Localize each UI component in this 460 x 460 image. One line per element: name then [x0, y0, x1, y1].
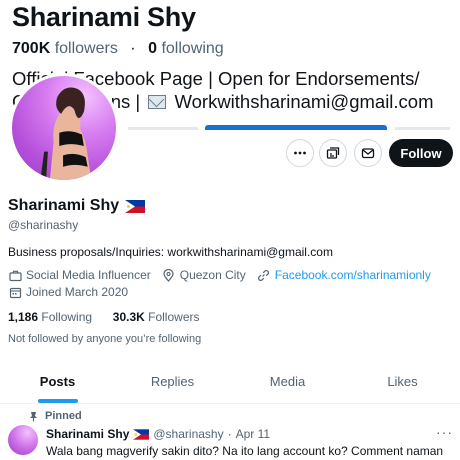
subscribe-icon — [326, 147, 340, 159]
tweet-more-button[interactable]: ··· — [436, 424, 453, 440]
profile-name: Sharinami Shy — [8, 197, 120, 214]
more-icon — [294, 151, 306, 155]
tweet-avatar[interactable] — [8, 425, 38, 455]
tab-posts[interactable]: Posts — [0, 360, 115, 403]
message-button[interactable] — [354, 139, 382, 167]
calendar-icon — [8, 285, 22, 299]
banner-divider — [128, 127, 198, 130]
profile-avatar[interactable] — [9, 73, 119, 183]
follow-button[interactable]: Follow — [389, 139, 453, 167]
profile-meta-joined: Joined March 2020 — [8, 285, 139, 299]
profile-joined-label: Joined March 2020 — [26, 285, 129, 299]
profile-meta: Social Media Influencer Quezon City Face… — [8, 268, 442, 282]
following-count: 1,186 — [8, 310, 39, 324]
avatar-photo — [40, 87, 92, 180]
banner-button-edge — [205, 125, 387, 130]
profile-link-text[interactable]: Facebook.com/sharinamionly — [275, 268, 431, 282]
subscribe-button[interactable] — [319, 139, 347, 167]
tweet-header: Sharinami Shy @sharinashy · Apr 11 — [46, 427, 270, 441]
philippines-flag-icon — [125, 199, 146, 213]
tab-replies[interactable]: Replies — [115, 360, 230, 403]
banner-stats: 700K followers · 0 following — [12, 40, 224, 58]
follow-stats: 1,186 Following 30.3K Followers — [8, 310, 200, 324]
tweet-text: Wala bang magverify sakin dito? Na ito l… — [46, 444, 444, 458]
briefcase-icon — [8, 268, 22, 282]
banner-followers-label: followers — [54, 40, 118, 57]
profile-handle: @sharinashy — [8, 218, 79, 232]
pinned-label: Pinned — [45, 410, 82, 422]
following-link[interactable]: 1,186 Following — [8, 310, 95, 324]
philippines-flag-icon — [133, 428, 150, 440]
profile-category-label: Social Media Influencer — [26, 268, 151, 282]
pin-icon — [30, 411, 37, 421]
profile-tabs: Posts Replies Media Likes — [0, 360, 460, 404]
profile-name-row: Sharinami Shy — [8, 197, 146, 215]
tab-media[interactable]: Media — [230, 360, 345, 403]
tweet-author-name[interactable]: Sharinami Shy — [46, 427, 129, 441]
envelope-icon — [148, 95, 167, 109]
profile-location-label: Quezon City — [179, 268, 246, 282]
profile-bio: Business proposals/Inquiries: workwithsh… — [8, 245, 333, 259]
message-icon — [361, 148, 375, 159]
link-icon — [257, 268, 271, 282]
followers-link[interactable]: 30.3K Followers — [113, 310, 200, 324]
banner-separator: · — [130, 40, 136, 57]
location-pin-icon — [162, 268, 176, 282]
profile-category: Social Media Influencer — [8, 268, 151, 282]
followers-count: 30.3K — [112, 310, 145, 324]
banner-following-count: 0 — [148, 40, 157, 57]
pinned-indicator: Pinned — [28, 410, 82, 422]
profile-joined: Joined March 2020 — [8, 285, 128, 299]
not-followed-notice: Not followed by anyone you’re following — [8, 333, 202, 345]
banner-following-label: following — [161, 40, 224, 57]
tweet-dot: · — [227, 427, 232, 441]
banner-divider — [395, 127, 450, 130]
more-options-button[interactable] — [286, 139, 314, 167]
profile-location: Quezon City — [162, 268, 246, 282]
tab-likes[interactable]: Likes — [345, 360, 460, 403]
following-label: Following — [41, 310, 93, 324]
followers-label: Followers — [148, 310, 200, 324]
tweet-author-handle[interactable]: @sharinashy — [153, 427, 223, 441]
tweet-date[interactable]: Apr 11 — [236, 427, 270, 441]
profile-link[interactable]: Facebook.com/sharinamionly — [257, 268, 431, 282]
banner-followers-count: 700K — [12, 40, 51, 57]
banner-name: Sharinami Shy — [12, 2, 196, 32]
banner-email: Workwithsharinami@gmail.com — [174, 91, 434, 112]
